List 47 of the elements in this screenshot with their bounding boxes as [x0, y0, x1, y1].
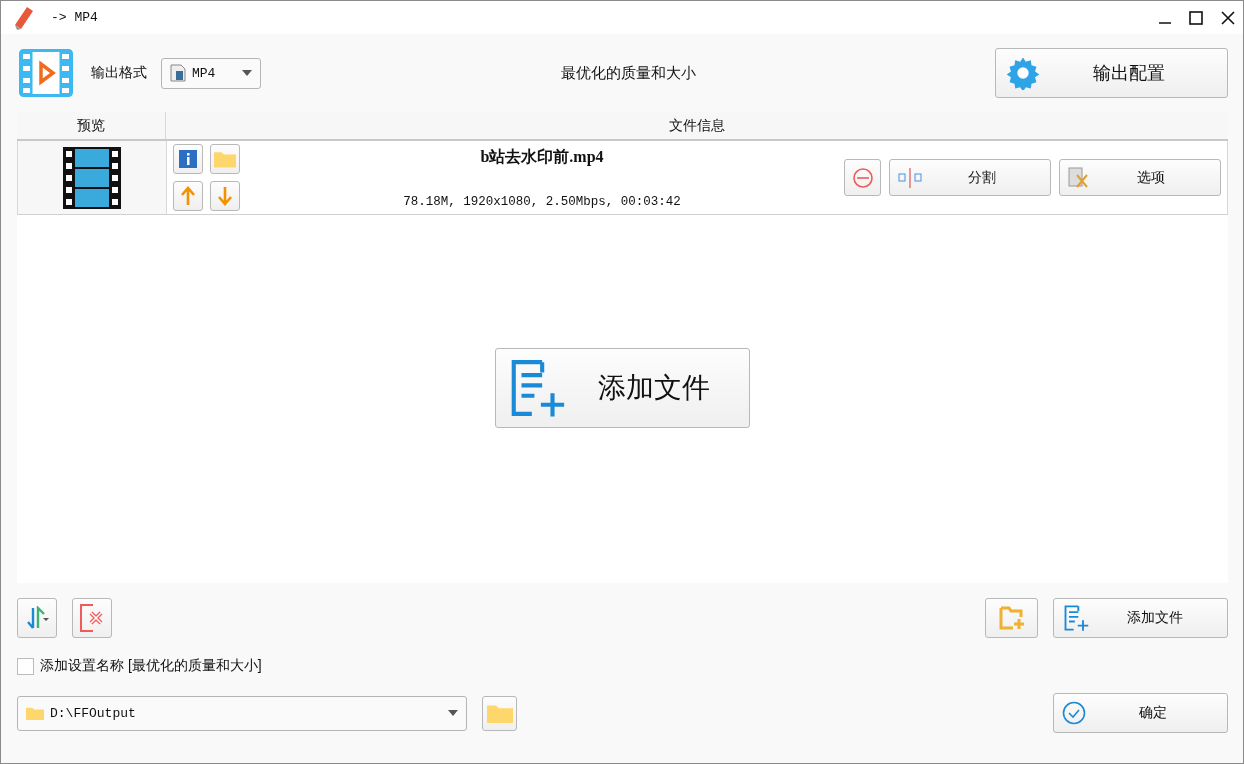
film-icon: [63, 146, 121, 209]
up-arrow-icon: [180, 186, 196, 206]
document-delete-icon: [79, 604, 105, 632]
output-path-dropdown[interactable]: D:\FFOutput: [17, 695, 467, 731]
add-file-icon: [1062, 604, 1090, 632]
close-icon[interactable]: [1221, 10, 1235, 25]
output-config-button[interactable]: 输出配置: [995, 48, 1228, 98]
film-scissors-icon: [1068, 166, 1090, 189]
split-button[interactable]: 分割: [889, 159, 1051, 196]
output-format-label: 输出格式: [91, 64, 147, 82]
add-file-button[interactable]: 添加文件: [1053, 598, 1228, 638]
maximize-icon[interactable]: [1189, 10, 1203, 25]
folder-icon: [26, 705, 44, 721]
add-folder-button[interactable]: [985, 598, 1038, 638]
info-icon: [179, 150, 197, 168]
setting-name-label: 添加设置名称 [最优化的质量和大小]: [40, 657, 262, 675]
open-folder-button[interactable]: [210, 144, 240, 174]
settings-icon: [1006, 56, 1040, 90]
split-icon: [898, 167, 922, 188]
window-title: -> MP4: [51, 10, 98, 25]
folder-plus-icon: [998, 606, 1025, 630]
dropdown-arrow-icon: [242, 70, 252, 76]
video-file-icon: [170, 64, 186, 82]
sort-button[interactable]: [17, 598, 57, 638]
column-header: 文件信息: [668, 115, 726, 135]
profile-name: 最优化的质量和大小: [559, 63, 697, 83]
info-button[interactable]: [173, 144, 203, 174]
move-down-button[interactable]: [210, 181, 240, 211]
clear-list-button[interactable]: [72, 598, 112, 638]
file-details: 78.18M, 1920x1080, 2.50Mbps, 00:03:42: [403, 194, 681, 209]
format-dropdown[interactable]: MP4: [161, 57, 261, 89]
column-header: 预览: [17, 112, 166, 139]
add-file-large-button[interactable]: 添加文件: [495, 348, 750, 428]
remove-button[interactable]: [844, 159, 881, 196]
sort-arrows-icon: [25, 606, 49, 630]
setting-name-checkbox[interactable]: [17, 657, 34, 675]
file-name: b站去水印前.mp4: [480, 146, 604, 168]
minus-circle-icon: [852, 167, 873, 188]
move-up-button[interactable]: [173, 181, 203, 211]
down-arrow-icon: [217, 186, 233, 206]
ok-button[interactable]: 确定: [1053, 693, 1228, 733]
browse-folder-button[interactable]: [482, 695, 517, 731]
video-format-icon: [19, 49, 73, 97]
check-circle-icon: [1062, 701, 1086, 725]
dropdown-arrow-icon: [448, 710, 458, 716]
options-button[interactable]: 选项: [1059, 159, 1221, 196]
folder-icon: [214, 150, 236, 168]
